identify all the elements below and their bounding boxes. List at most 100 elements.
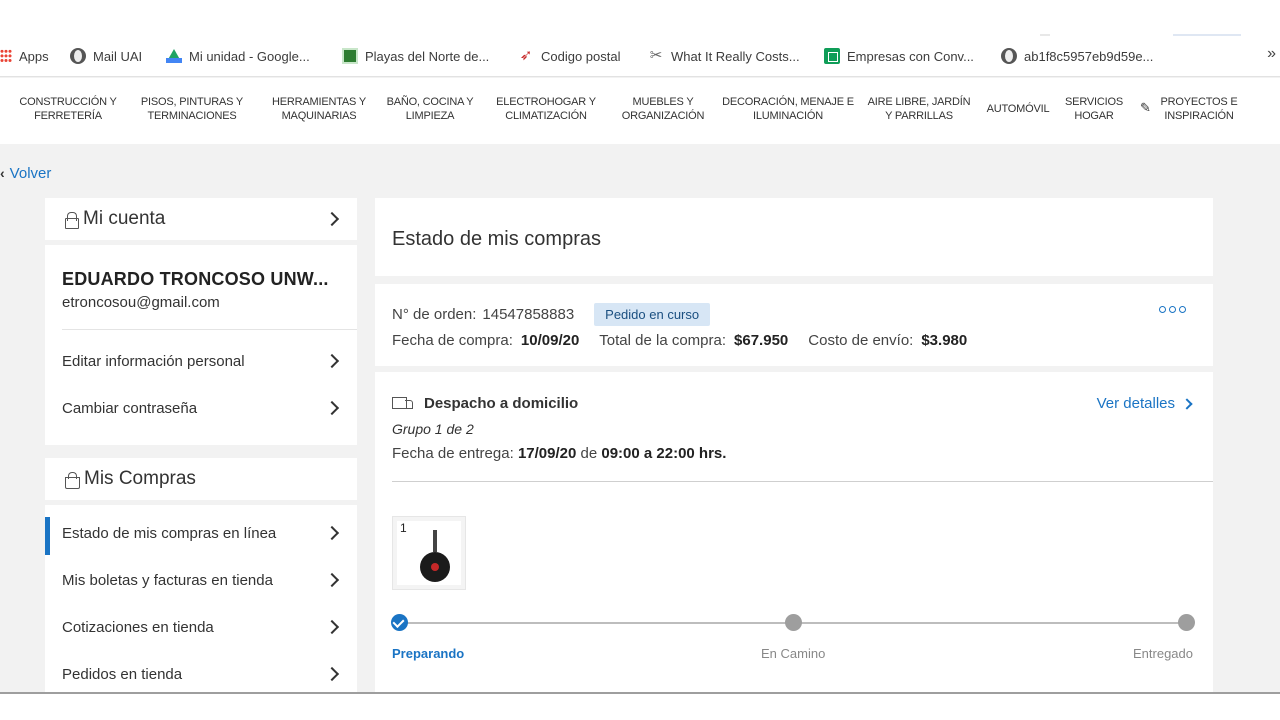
category-construccion[interactable]: CONSTRUCCIÓN Y FERRETERÍA xyxy=(12,95,124,123)
globe-icon xyxy=(70,48,86,64)
delivery-date-label: Fecha de entrega: xyxy=(392,445,514,462)
bookmark-label: Mail UAI xyxy=(93,48,143,64)
purchase-status-online-link[interactable]: Estado de mis compras en línea xyxy=(45,513,357,555)
menu-label: Cotizaciones en tienda xyxy=(62,618,214,636)
store-quotes-link[interactable]: Cotizaciones en tienda xyxy=(45,607,357,647)
purchase-date-label: Fecha de compra: xyxy=(392,332,513,349)
category-decoracion[interactable]: DECORACIÓN, MENAJE E ILUMINACIÓN xyxy=(720,95,856,123)
step-entregado-marker xyxy=(1178,614,1195,631)
bookmark-codigo-postal[interactable]: ➶ Codigo postal xyxy=(518,46,621,66)
bookmark-label: Empresas con Conv... xyxy=(847,48,974,64)
menu-label: Pedidos en tienda xyxy=(62,665,183,683)
chevron-right-icon xyxy=(324,619,340,635)
bookmark-label: What It Really Costs... xyxy=(671,48,800,64)
account-panel: EDUARDO TRONCOSO UNW... etroncosou@gmail… xyxy=(45,245,357,445)
receipts-invoices-link[interactable]: Mis boletas y facturas en tienda xyxy=(45,560,357,600)
bookmark-empresas[interactable]: Empresas con Conv... xyxy=(824,46,974,66)
delivery-type-label: Despacho a domicilio xyxy=(424,395,579,412)
category-herramientas[interactable]: HERRAMIENTAS Y MAQUINARIAS xyxy=(266,95,372,123)
delivery-window: 09:00 a 22:00 hrs. xyxy=(601,445,727,462)
category-automovil[interactable]: AUTOMÓVIL xyxy=(980,102,1056,116)
more-options-button[interactable] xyxy=(1159,306,1186,313)
bookmark-label: Codigo postal xyxy=(541,48,621,64)
chevron-right-icon xyxy=(1181,397,1193,410)
category-electrohogar[interactable]: ELECTROHOGAR Y CLIMATIZACIÓN xyxy=(490,95,602,123)
bookmark-ab1f8c[interactable]: ab1f8c5957eb9d59e... xyxy=(1001,46,1153,66)
store-orders-link[interactable]: Pedidos en tienda xyxy=(45,654,357,694)
product-quantity: 1 xyxy=(400,521,407,535)
back-link[interactable]: ‹ Volver xyxy=(0,163,51,183)
menu-label: Mis boletas y facturas en tienda xyxy=(62,571,273,589)
edit-personal-info-link[interactable]: Editar información personal xyxy=(45,341,357,381)
lock-icon xyxy=(65,211,79,229)
step-en-camino-marker xyxy=(785,614,802,631)
total-label: Total de la compra: xyxy=(599,332,727,349)
bookmark-what-it-costs[interactable]: ✂ What It Really Costs... xyxy=(648,46,800,66)
user-name: EDUARDO TRONCOSO UNW... xyxy=(62,269,329,289)
bookmark-google-drive[interactable]: Mi unidad - Google... xyxy=(166,46,310,66)
window-footer xyxy=(0,694,1280,720)
shopping-bag-icon xyxy=(65,471,80,489)
scissors-icon: ✂ xyxy=(649,47,663,64)
shipping-cost-label: Costo de envío: xyxy=(808,332,914,349)
purchases-panel: Estado de mis compras en línea Mis bolet… xyxy=(45,505,357,692)
beach-icon xyxy=(342,48,358,64)
user-email: etroncosou@gmail.com xyxy=(62,294,220,311)
delivery-date: 17/09/20 xyxy=(517,445,577,462)
product-thumbnail[interactable]: 1 xyxy=(392,516,466,590)
bookmark-label: Playas del Norte de... xyxy=(365,48,490,64)
bookmarks-overflow-button[interactable]: » xyxy=(1267,45,1276,63)
page-title-card: Estado de mis compras xyxy=(375,198,1213,276)
step-preparando-label: Preparando xyxy=(392,646,465,661)
category-nav: CONSTRUCCIÓN Y FERRETERÍA PISOS, PINTURA… xyxy=(0,78,1280,144)
category-muebles[interactable]: MUEBLES Y ORGANIZACIÓN xyxy=(614,95,712,123)
chevron-right-icon xyxy=(324,353,340,369)
bookmarks-bar: Apps Mail UAI Mi unidad - Google... Play… xyxy=(0,0,1280,77)
order-summary-card: N° de orden: 14547858883 Pedido en curso… xyxy=(375,284,1213,366)
tab-edge xyxy=(1173,34,1241,36)
pencil-icon: ✎ xyxy=(1140,100,1151,115)
category-proyectos[interactable]: PROYECTOS E INSPIRACIÓN xyxy=(1156,95,1242,123)
change-password-link[interactable]: Cambiar contraseña xyxy=(45,388,357,428)
my-purchases-title: Mis Compras xyxy=(84,468,196,489)
menu-label: Editar información personal xyxy=(62,352,245,370)
step-entregado-label: Entregado xyxy=(1133,646,1193,661)
shipment-group: Grupo 1 de 2 xyxy=(392,421,474,437)
chevron-right-icon xyxy=(324,572,340,588)
shipment-card: Despacho a domicilio Ver detalles Grupo … xyxy=(375,372,1213,692)
category-servicios-hogar[interactable]: SERVICIOS HOGAR xyxy=(1062,95,1126,123)
bookmark-playas[interactable]: Playas del Norte de... xyxy=(342,46,489,66)
chevron-right-icon xyxy=(324,525,340,541)
chevron-right-icon xyxy=(324,400,340,416)
chevron-left-icon: ‹ xyxy=(0,165,5,181)
category-pisos[interactable]: PISOS, PINTURAS Y TERMINACIONES xyxy=(138,95,246,123)
category-bano-cocina[interactable]: BAÑO, COCINA Y LIMPIEZA xyxy=(384,95,476,123)
status-badge: Pedido en curso xyxy=(594,303,711,326)
order-number: 14547858883 xyxy=(482,306,575,323)
google-drive-icon xyxy=(166,49,182,63)
bookmark-label: Mi unidad - Google... xyxy=(189,48,310,64)
my-account-header[interactable]: Mi cuenta xyxy=(45,198,357,240)
tab-edge xyxy=(1040,34,1050,36)
step-preparando-marker xyxy=(391,614,408,631)
my-purchases-header: Mis Compras xyxy=(45,458,357,500)
page-title: Estado de mis compras xyxy=(392,228,601,250)
category-aire-libre[interactable]: AIRE LIBRE, JARDÍN Y PARRILLAS xyxy=(864,95,974,123)
globe-icon xyxy=(1001,48,1017,64)
bookmark-apps[interactable]: Apps xyxy=(0,46,49,66)
back-label: Volver xyxy=(9,164,52,182)
my-account-title: Mi cuenta xyxy=(83,208,166,229)
step-en-camino-label: En Camino xyxy=(761,646,826,661)
dot-icon xyxy=(1159,306,1166,313)
chevron-right-icon xyxy=(324,211,340,227)
view-details-label: Ver detalles xyxy=(1096,395,1175,412)
delivery-type: Despacho a domicilio xyxy=(392,395,578,412)
bookmark-label: ab1f8c5957eb9d59e... xyxy=(1024,48,1154,64)
total-amount: $67.950 xyxy=(734,332,789,349)
bookmark-label: Apps xyxy=(19,48,49,64)
view-details-link[interactable]: Ver detalles xyxy=(1096,395,1193,412)
truck-icon xyxy=(392,396,414,411)
order-totals-row: Fecha de compra: 10/09/20 Total de la co… xyxy=(392,332,987,349)
order-number-row: N° de orden: 14547858883 Pedido en curso xyxy=(392,303,711,326)
bookmark-mail-uai[interactable]: Mail UAI xyxy=(70,46,142,66)
